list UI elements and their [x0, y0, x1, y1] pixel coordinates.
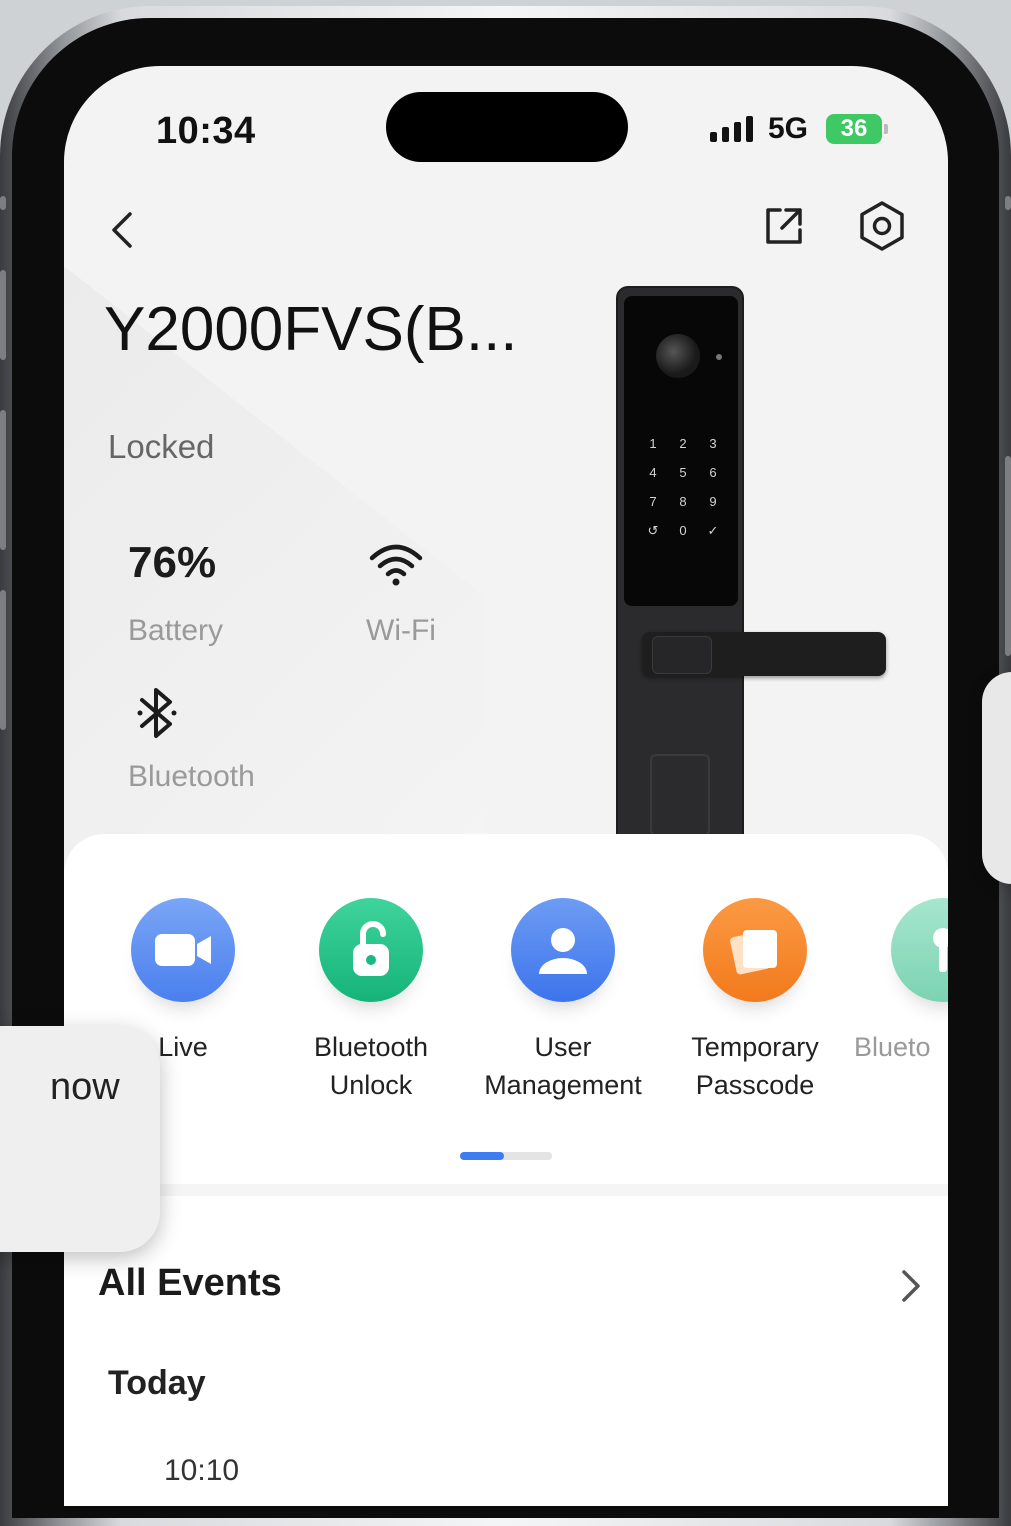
battery-indicator: 36 — [826, 114, 888, 144]
section-divider — [64, 1184, 948, 1196]
unlock-icon — [319, 898, 423, 1002]
user-icon — [511, 898, 615, 1002]
smart-lock-image: 1 2 3 4 5 6 7 8 9 ↺ 0 ✓ — [616, 286, 886, 910]
action-bluetooth-unlock[interactable]: Bluetooth Unlock — [276, 898, 466, 1104]
settings-gear-icon[interactable] — [856, 200, 908, 252]
wifi-icon — [369, 544, 423, 586]
lock-handle — [642, 632, 886, 676]
status-time: 10:34 — [156, 110, 256, 152]
controls-card: Live Bluetooth Unlock User Management Te… — [64, 834, 948, 1506]
lock-key-cover — [650, 754, 710, 836]
side-button — [0, 590, 6, 730]
keypad-key: 3 — [709, 436, 717, 451]
lock-sensor-dot — [716, 354, 722, 360]
share-icon[interactable] — [762, 204, 806, 248]
dynamic-island — [386, 92, 628, 162]
keypad-key: 6 — [709, 465, 717, 480]
side-button — [1005, 196, 1011, 210]
fingerprint-reader — [652, 636, 712, 674]
side-button — [0, 196, 6, 210]
today-heading: Today — [108, 1364, 206, 1402]
action-label: User Management — [484, 1032, 642, 1100]
action-bluetooth-key[interactable]: Blueto — [848, 898, 948, 1066]
toast-text: now — [50, 1066, 120, 1108]
keypad-key: 9 — [709, 494, 717, 509]
notification-toast[interactable]: now — [0, 1026, 160, 1252]
back-arrow-icon[interactable] — [104, 210, 140, 250]
app-screen: 10:34 5G 36 Y2000FVS(B... Locked 76% Bat… — [64, 66, 948, 1506]
action-label: Temporary Passcode — [691, 1032, 819, 1100]
action-temporary-passcode[interactable]: Temporary Passcode — [660, 898, 850, 1104]
keypad-key: ✓ — [707, 523, 719, 538]
lock-touch-panel: 1 2 3 4 5 6 7 8 9 ↺ 0 ✓ — [624, 296, 738, 606]
keypad-key: 7 — [649, 494, 657, 509]
signal-icon — [710, 116, 753, 142]
device-name: Y2000FVS(B... — [104, 295, 518, 364]
keypad-key: 0 — [679, 523, 687, 538]
keypad-key: ↺ — [647, 523, 659, 538]
keypad-key: 1 — [649, 436, 657, 451]
page-indicator-active — [460, 1152, 504, 1160]
action-user-management[interactable]: User Management — [468, 898, 658, 1104]
page-indicator — [460, 1152, 552, 1160]
bluetooth-label: Bluetooth — [128, 760, 255, 793]
bluetooth-icon — [137, 688, 177, 738]
keypad-key: 5 — [679, 465, 687, 480]
network-type: 5G — [768, 112, 809, 145]
chevron-right-icon[interactable] — [896, 1266, 924, 1306]
lock-status: Locked — [108, 428, 215, 465]
keypad-key: 8 — [679, 494, 687, 509]
battery-label: Battery — [128, 614, 224, 647]
lock-keypad: 1 2 3 4 5 6 7 8 9 ↺ 0 ✓ — [638, 436, 728, 539]
all-events-title[interactable]: All Events — [98, 1262, 282, 1305]
wifi-label: Wi-Fi — [366, 614, 436, 647]
battery-level: 76% — [128, 538, 217, 587]
key-icon — [891, 898, 948, 1002]
event-time: 10:10 — [164, 1454, 240, 1487]
side-button — [0, 270, 6, 360]
passcode-cards-icon — [703, 898, 807, 1002]
side-button — [1005, 456, 1011, 656]
video-camera-icon — [131, 898, 235, 1002]
lock-camera — [656, 334, 700, 378]
keypad-key: 4 — [649, 465, 657, 480]
action-label: Blueto — [854, 1032, 931, 1062]
action-label: Bluetooth Unlock — [313, 1032, 429, 1100]
edge-pull-tab[interactable] — [982, 672, 1011, 884]
keypad-key: 2 — [679, 436, 687, 451]
side-button — [0, 410, 6, 550]
